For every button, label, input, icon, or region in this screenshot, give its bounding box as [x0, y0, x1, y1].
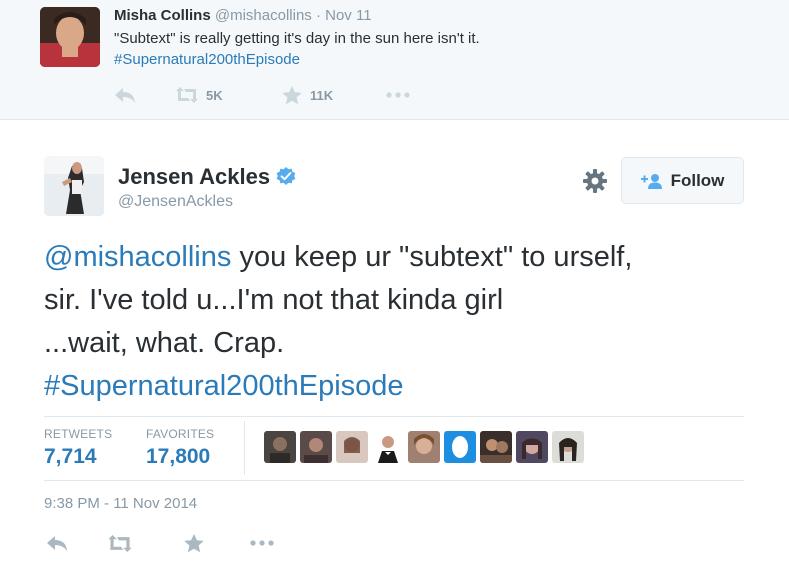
favoriter-avatar[interactable]	[444, 431, 476, 463]
gear-icon[interactable]	[582, 168, 608, 194]
add-user-icon	[640, 173, 662, 189]
tweet-line: sir. I've told u...I'm not that kinda gi…	[44, 284, 504, 316]
reply-button[interactable]	[46, 532, 68, 554]
mention-link[interactable]: @mishacollins	[44, 241, 231, 273]
tweet-line-text: you keep ur "subtext" to urself,	[231, 241, 633, 273]
favoriter-avatar[interactable]	[408, 431, 440, 463]
stats-divider-bottom	[44, 480, 744, 481]
favoriter-avatar[interactable]	[264, 431, 296, 463]
parent-retweet-button[interactable]: 5K	[176, 84, 223, 106]
star-icon	[184, 533, 204, 552]
main-author-name[interactable]: Jensen Ackles	[118, 164, 296, 190]
reply-icon	[115, 88, 135, 103]
favorites-label: FAVORITES	[146, 427, 215, 441]
more-icon	[386, 92, 410, 98]
star-icon	[282, 85, 302, 104]
parent-header: Misha Collins @mishacollins · Nov 11	[114, 6, 372, 26]
reply-icon	[47, 536, 67, 551]
tweet-line: @mishacollins you keep ur "subtext" to u…	[44, 236, 774, 279]
tweet-timestamp[interactable]: 9:38 PM - 11 Nov 2014	[44, 495, 197, 512]
verified-badge-icon	[276, 167, 296, 185]
retweets-value: 7,714	[44, 445, 97, 468]
retweets-stat[interactable]: RETWEETS 7,714	[44, 427, 112, 469]
favorite-button[interactable]	[184, 532, 204, 554]
more-icon	[250, 540, 274, 546]
favorites-value: 17,800	[146, 445, 211, 468]
parent-reply-button[interactable]	[114, 84, 136, 106]
favoriter-avatar[interactable]	[372, 431, 404, 463]
favoriter-avatar[interactable]	[336, 431, 368, 463]
parent-tweet: Misha Collins @mishacollins · Nov 11 "Su…	[0, 0, 789, 120]
parent-more-button[interactable]	[386, 84, 410, 106]
header-separator: ·	[315, 7, 321, 24]
tweet-line: ...wait, what. Crap.	[44, 327, 285, 359]
main-tweet-text: @mishacollins you keep ur "subtext" to u…	[44, 236, 774, 408]
parent-hashtag-link[interactable]: #Supernatural200thEpisode	[114, 49, 300, 70]
parent-tweet-text: "Subtext" is really getting it's day in …	[114, 30, 480, 47]
retweet-button[interactable]	[108, 532, 132, 554]
hashtag-link[interactable]: #Supernatural200thEpisode	[44, 365, 774, 408]
retweets-label: RETWEETS	[44, 427, 113, 441]
favorites-stat[interactable]: FAVORITES 17,800	[146, 427, 214, 469]
parent-favorite-button[interactable]: 11K	[282, 84, 333, 106]
follow-button-label: Follow	[670, 170, 725, 190]
author-name-text: Jensen Ackles	[118, 164, 271, 189]
retweet-icon	[108, 534, 132, 552]
follow-button[interactable]: Follow	[621, 157, 744, 204]
parent-retweet-count: 5K	[206, 87, 223, 103]
parent-favorite-count: 11K	[310, 87, 334, 103]
main-avatar[interactable]	[44, 156, 104, 216]
favoriter-avatars	[264, 431, 588, 463]
favoriter-avatar[interactable]	[480, 431, 512, 463]
favoriter-avatar[interactable]	[516, 431, 548, 463]
parent-author-name[interactable]: Misha Collins	[114, 7, 211, 24]
retweet-icon	[176, 87, 198, 103]
more-button[interactable]	[250, 532, 274, 554]
stats-divider-top	[44, 416, 744, 417]
parent-avatar[interactable]	[40, 7, 100, 67]
favoriter-avatar[interactable]	[552, 431, 584, 463]
parent-author-handle[interactable]: @mishacollins	[215, 7, 312, 24]
main-author-handle[interactable]: @JensenAckles	[118, 193, 233, 211]
stats-vertical-divider	[244, 421, 245, 475]
favoriter-avatar[interactable]	[300, 431, 332, 463]
parent-date[interactable]: Nov 11	[325, 7, 371, 24]
